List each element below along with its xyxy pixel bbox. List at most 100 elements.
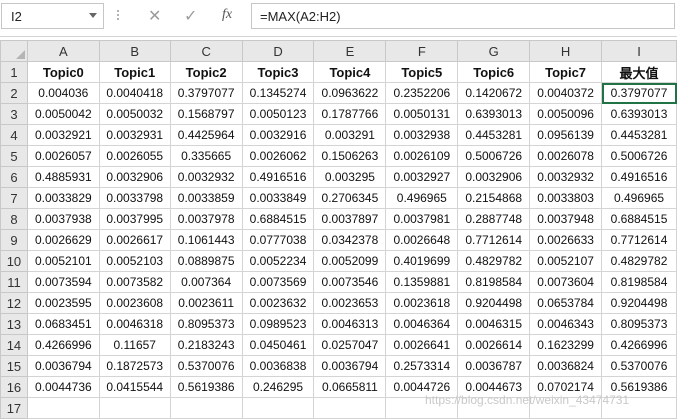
data-cell[interactable]: 0.8198584 [601,271,677,293]
data-cell[interactable]: 0.0073546 [313,271,387,293]
data-cell[interactable]: 0.0052234 [241,250,315,272]
data-cell[interactable]: 0.0036824 [529,355,603,377]
data-cell[interactable]: 0.9204498 [601,292,677,314]
column-header-b[interactable]: B [98,40,171,62]
data-cell[interactable]: 0.0036794 [313,355,387,377]
column-header-d[interactable]: D [241,40,315,62]
data-cell[interactable]: 0.0032931 [98,124,171,146]
data-cell[interactable]: 0.5370076 [169,355,243,377]
data-cell[interactable]: 0.4019699 [385,250,459,272]
data-cell[interactable]: 0.4453281 [601,124,677,146]
row-header[interactable]: 4 [0,124,28,146]
data-cell[interactable]: 0.0653784 [529,292,603,314]
data-cell[interactable]: 0.0032932 [169,166,243,188]
data-cell[interactable]: 0.0032921 [26,124,100,146]
data-cell[interactable]: 0.0257047 [313,334,387,356]
data-cell[interactable]: 0.0026633 [529,229,603,251]
data-cell[interactable]: 0.0046318 [98,313,171,335]
data-cell[interactable]: 0.4266996 [601,334,677,356]
data-cell[interactable]: 0.0036838 [241,355,315,377]
data-cell[interactable]: 0.0032932 [529,166,603,188]
data-cell[interactable]: 0.0040372 [529,82,603,104]
column-header-c[interactable]: C [169,40,243,62]
column-header-a[interactable]: A [26,40,100,62]
data-cell[interactable]: 0.0037981 [385,208,459,230]
data-cell[interactable]: 0.0415544 [98,376,171,398]
data-cell[interactable]: 0.6393013 [457,103,531,125]
data-cell[interactable]: 0.0026057 [26,145,100,167]
data-cell[interactable] [98,397,171,419]
column-header-i[interactable]: I [601,40,677,62]
data-cell[interactable]: 0.0026062 [241,145,315,167]
data-cell[interactable]: 0.0037948 [529,208,603,230]
row-header[interactable]: 1 [0,61,28,83]
data-cell[interactable]: 0.4425964 [169,124,243,146]
data-cell[interactable]: 0.4916516 [601,166,677,188]
header-cell[interactable]: Topic3 [241,61,315,83]
column-header-g[interactable]: G [457,40,531,62]
row-header[interactable]: 6 [0,166,28,188]
data-cell[interactable]: 0.3797077 [169,82,243,104]
data-cell[interactable]: 0.2887748 [457,208,531,230]
data-cell[interactable]: 0.496965 [601,187,677,209]
data-cell[interactable]: 0.0777038 [241,229,315,251]
data-cell[interactable]: 0.8198584 [457,271,531,293]
data-cell[interactable]: 0.0026629 [26,229,100,251]
data-cell[interactable]: 0.0036794 [26,355,100,377]
data-cell[interactable]: 0.1345274 [241,82,315,104]
column-header-e[interactable]: E [313,40,387,62]
row-header[interactable]: 5 [0,145,28,167]
data-cell[interactable]: 0.0046343 [529,313,603,335]
row-header[interactable]: 2 [0,82,28,104]
data-cell[interactable]: 0.0026648 [385,229,459,251]
data-cell[interactable]: 0.11657 [98,334,171,356]
data-cell[interactable] [241,397,315,419]
data-cell[interactable]: 0.0023632 [241,292,315,314]
data-cell[interactable]: 0.2706345 [313,187,387,209]
row-header[interactable]: 11 [0,271,28,293]
data-cell[interactable]: 0.2352206 [385,82,459,104]
header-cell[interactable]: Topic7 [529,61,603,83]
data-cell[interactable]: 0.2154868 [457,187,531,209]
data-cell[interactable]: 0.496965 [385,187,459,209]
data-cell[interactable]: 0.7712614 [601,229,677,251]
data-cell[interactable]: 0.0023653 [313,292,387,314]
header-cell[interactable]: Topic0 [26,61,100,83]
row-header[interactable]: 16 [0,376,28,398]
data-cell[interactable]: 0.2183243 [169,334,243,356]
data-cell[interactable]: 0.0073594 [26,271,100,293]
enter-icon[interactable]: ✓ [184,6,197,26]
data-cell[interactable]: 0.0026641 [385,334,459,356]
data-cell[interactable]: 0.7712614 [457,229,531,251]
row-header[interactable]: 3 [0,103,28,125]
data-cell[interactable]: 0.0052101 [26,250,100,272]
row-header[interactable]: 7 [0,187,28,209]
data-cell[interactable]: 0.0032916 [241,124,315,146]
data-cell[interactable]: 0.0026078 [529,145,603,167]
data-cell[interactable]: 0.1787766 [313,103,387,125]
data-cell[interactable]: 0.0050131 [385,103,459,125]
data-cell[interactable]: 0.1623299 [529,334,603,356]
row-header[interactable]: 8 [0,208,28,230]
row-header[interactable]: 13 [0,313,28,335]
row-header[interactable]: 9 [0,229,28,251]
data-cell[interactable]: 0.003291 [313,124,387,146]
data-cell[interactable]: 0.1872573 [98,355,171,377]
data-cell[interactable]: 0.335665 [169,145,243,167]
data-cell[interactable]: 0.0023611 [169,292,243,314]
header-cell[interactable]: Topic2 [169,61,243,83]
column-header-f[interactable]: F [385,40,459,62]
data-cell[interactable]: 0.0050096 [529,103,603,125]
data-cell[interactable]: 0.0050032 [98,103,171,125]
data-cell[interactable]: 0.0073582 [98,271,171,293]
select-all-corner[interactable] [0,40,28,62]
data-cell[interactable]: 0.0033798 [98,187,171,209]
data-cell[interactable]: 0.0956139 [529,124,603,146]
row-header[interactable]: 14 [0,334,28,356]
data-cell[interactable]: 0.0052103 [98,250,171,272]
data-cell[interactable]: 0.0989523 [241,313,315,335]
header-cell[interactable]: Topic5 [385,61,459,83]
data-cell[interactable]: 0.5619386 [169,376,243,398]
data-cell[interactable]: 0.0052107 [529,250,603,272]
row-header[interactable]: 15 [0,355,28,377]
